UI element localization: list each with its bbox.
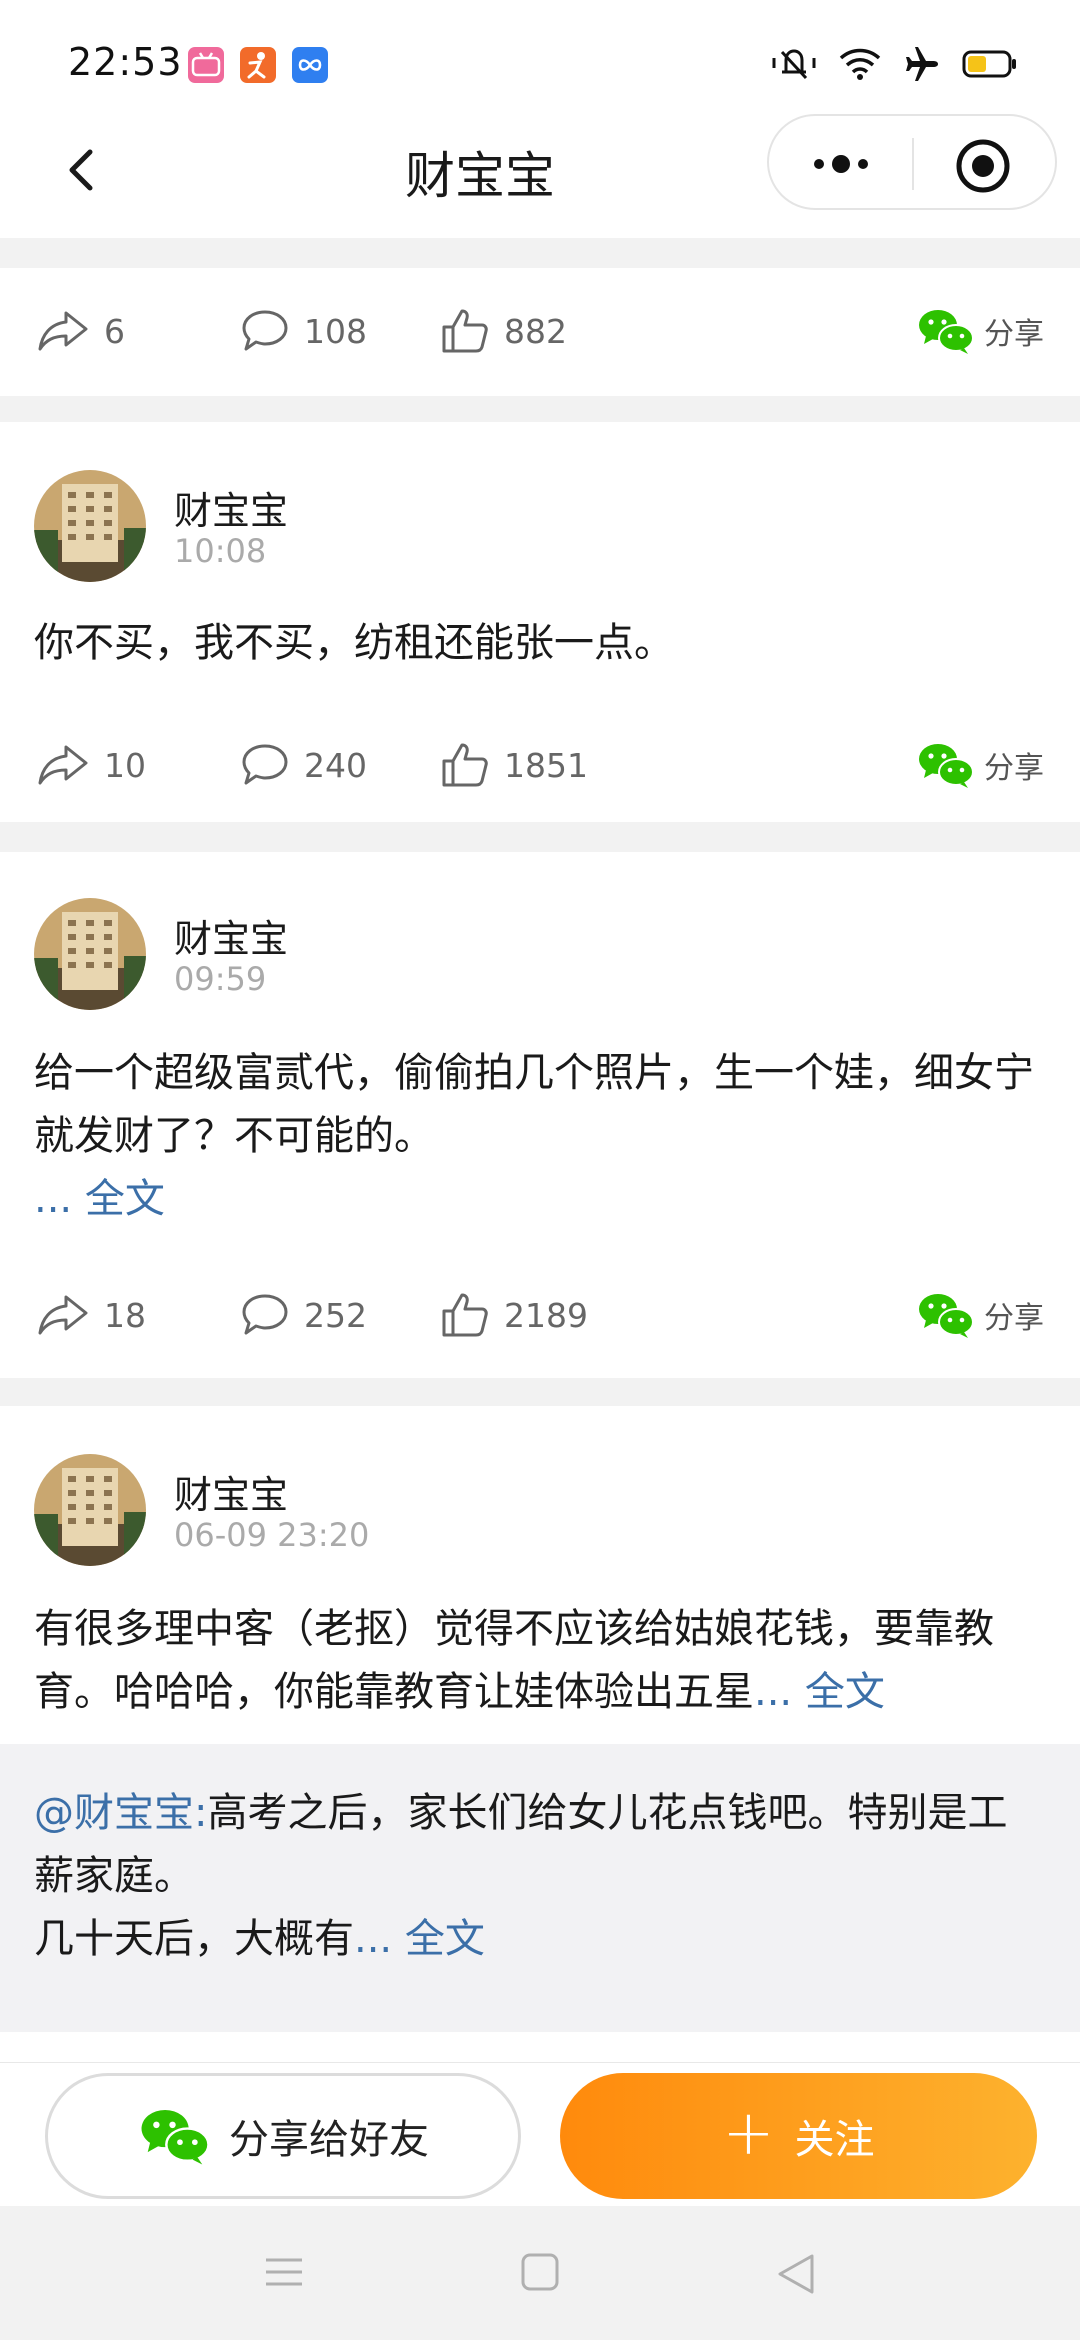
author-name: 财宝宝 <box>174 489 289 533</box>
post-author[interactable]: 财宝宝 09:59 <box>34 898 634 1010</box>
post-time: 10:08 <box>174 532 267 570</box>
bottom-action-bar: 分享给好友 + 关注 <box>0 2062 1080 2206</box>
avatar[interactable] <box>34 470 146 582</box>
read-more-link[interactable]: ... 全文 <box>354 1916 485 1962</box>
post-actions: 18 252 2189 分享 <box>0 1270 1080 1360</box>
like-button[interactable]: 882 <box>440 286 567 376</box>
battery-icon <box>962 50 1016 78</box>
thumbs-up-icon <box>442 743 488 787</box>
repost-button[interactable]: 18 <box>36 1270 146 1360</box>
follow-button[interactable]: + 关注 <box>560 2073 1037 2199</box>
home-square-icon[interactable] <box>520 2252 560 2292</box>
menu-icon[interactable] <box>262 2252 306 2292</box>
share-to-friends-button[interactable]: 分享给好友 <box>45 2073 521 2199</box>
system-navigation-bar <box>0 2206 1080 2340</box>
post-time: 09:59 <box>174 960 267 998</box>
post-time: 06-09 23:20 <box>174 1516 370 1554</box>
post-card: 财宝宝 10:08 你不买，我不买，纺租还能张一点。 10 240 1851 分… <box>0 422 1080 822</box>
comment-button[interactable]: 252 <box>240 1270 367 1360</box>
post-card: 财宝宝 09:59 给一个超级富贰代，偷偷拍几个照片，生一个娃，细女宁就发财了？… <box>0 852 1080 1378</box>
post-card: 6 108 882 分享 <box>0 268 1080 396</box>
post-text[interactable]: 你不买，我不买，纺租还能张一点。 <box>34 612 1046 675</box>
read-more-link[interactable]: ... 全文 <box>754 1669 885 1715</box>
wechat-icon <box>141 2109 210 2165</box>
avatar[interactable] <box>34 898 146 1010</box>
quoted-post[interactable]: @财宝宝:高考之后，家长们给女儿花点钱吧。特别是工薪家庭。 几十天后，大概有..… <box>0 1744 1080 2032</box>
post-text[interactable]: 有很多理中客（老抠）觉得不应该给姑娘花钱，要靠教育。哈哈哈，你能靠教育让娃体验出… <box>34 1598 1046 1724</box>
miniprogram-capsule <box>767 114 1057 210</box>
quoted-text-continued: 几十天后，大概有 <box>34 1916 354 1962</box>
repost-button[interactable]: 10 <box>36 720 146 810</box>
avatar[interactable] <box>34 1454 146 1566</box>
like-button[interactable]: 1851 <box>440 720 588 810</box>
thumbs-up-icon <box>442 1293 488 1337</box>
wechat-share-button[interactable]: 分享 <box>916 720 1044 810</box>
fitness-app-icon <box>240 47 276 83</box>
wechat-icon <box>919 1294 974 1338</box>
wechat-icon <box>919 310 974 354</box>
post-actions: 6 108 882 分享 <box>0 286 1080 376</box>
status-bar: 22:53 <box>0 0 1080 110</box>
thumbs-up-icon <box>442 309 488 353</box>
comment-icon <box>242 310 288 351</box>
like-button[interactable]: 2189 <box>440 1270 588 1360</box>
status-time: 22:53 <box>68 40 183 84</box>
repost-button[interactable]: 6 <box>36 286 125 376</box>
plus-icon: + <box>722 2096 775 2169</box>
forward-icon <box>38 745 88 785</box>
more-dots-icon[interactable] <box>791 134 891 194</box>
wechat-share-button[interactable]: 分享 <box>916 286 1044 376</box>
nav-bar: 财宝宝 <box>0 110 1080 238</box>
target-circle-icon[interactable] <box>953 136 1013 196</box>
read-more-link[interactable]: ... 全文 <box>34 1176 165 1222</box>
forward-icon <box>38 311 88 351</box>
comment-icon <box>242 744 288 785</box>
mute-icon <box>772 49 816 80</box>
post-card: 财宝宝 06-09 23:20 有很多理中客（老抠）觉得不应该给姑娘花钱，要靠教… <box>0 1406 1080 2062</box>
bilibili-icon <box>188 47 224 83</box>
wifi-icon <box>839 48 881 80</box>
comment-button[interactable]: 240 <box>240 720 367 810</box>
post-text[interactable]: 给一个超级富贰代，偷偷拍几个照片，生一个娃，细女宁就发财了？不可能的。 ... … <box>34 1042 1046 1231</box>
capsule-divider <box>912 138 914 190</box>
wechat-share-button[interactable]: 分享 <box>916 1270 1044 1360</box>
wechat-icon <box>919 744 974 788</box>
post-author[interactable]: 财宝宝 06-09 23:20 <box>34 1454 634 1566</box>
mention-link[interactable]: @财宝宝: <box>34 1790 207 1836</box>
forward-icon <box>38 1295 88 1335</box>
infinity-app-icon <box>292 47 328 83</box>
comment-button[interactable]: 108 <box>240 286 367 376</box>
back-triangle-icon[interactable] <box>776 2252 816 2296</box>
author-name: 财宝宝 <box>174 917 289 961</box>
post-author[interactable]: 财宝宝 10:08 <box>34 470 634 582</box>
author-name: 财宝宝 <box>174 1473 289 1517</box>
comment-icon <box>242 1294 288 1335</box>
post-actions: 10 240 1851 分享 <box>0 720 1080 810</box>
airplane-mode-icon <box>906 47 938 81</box>
